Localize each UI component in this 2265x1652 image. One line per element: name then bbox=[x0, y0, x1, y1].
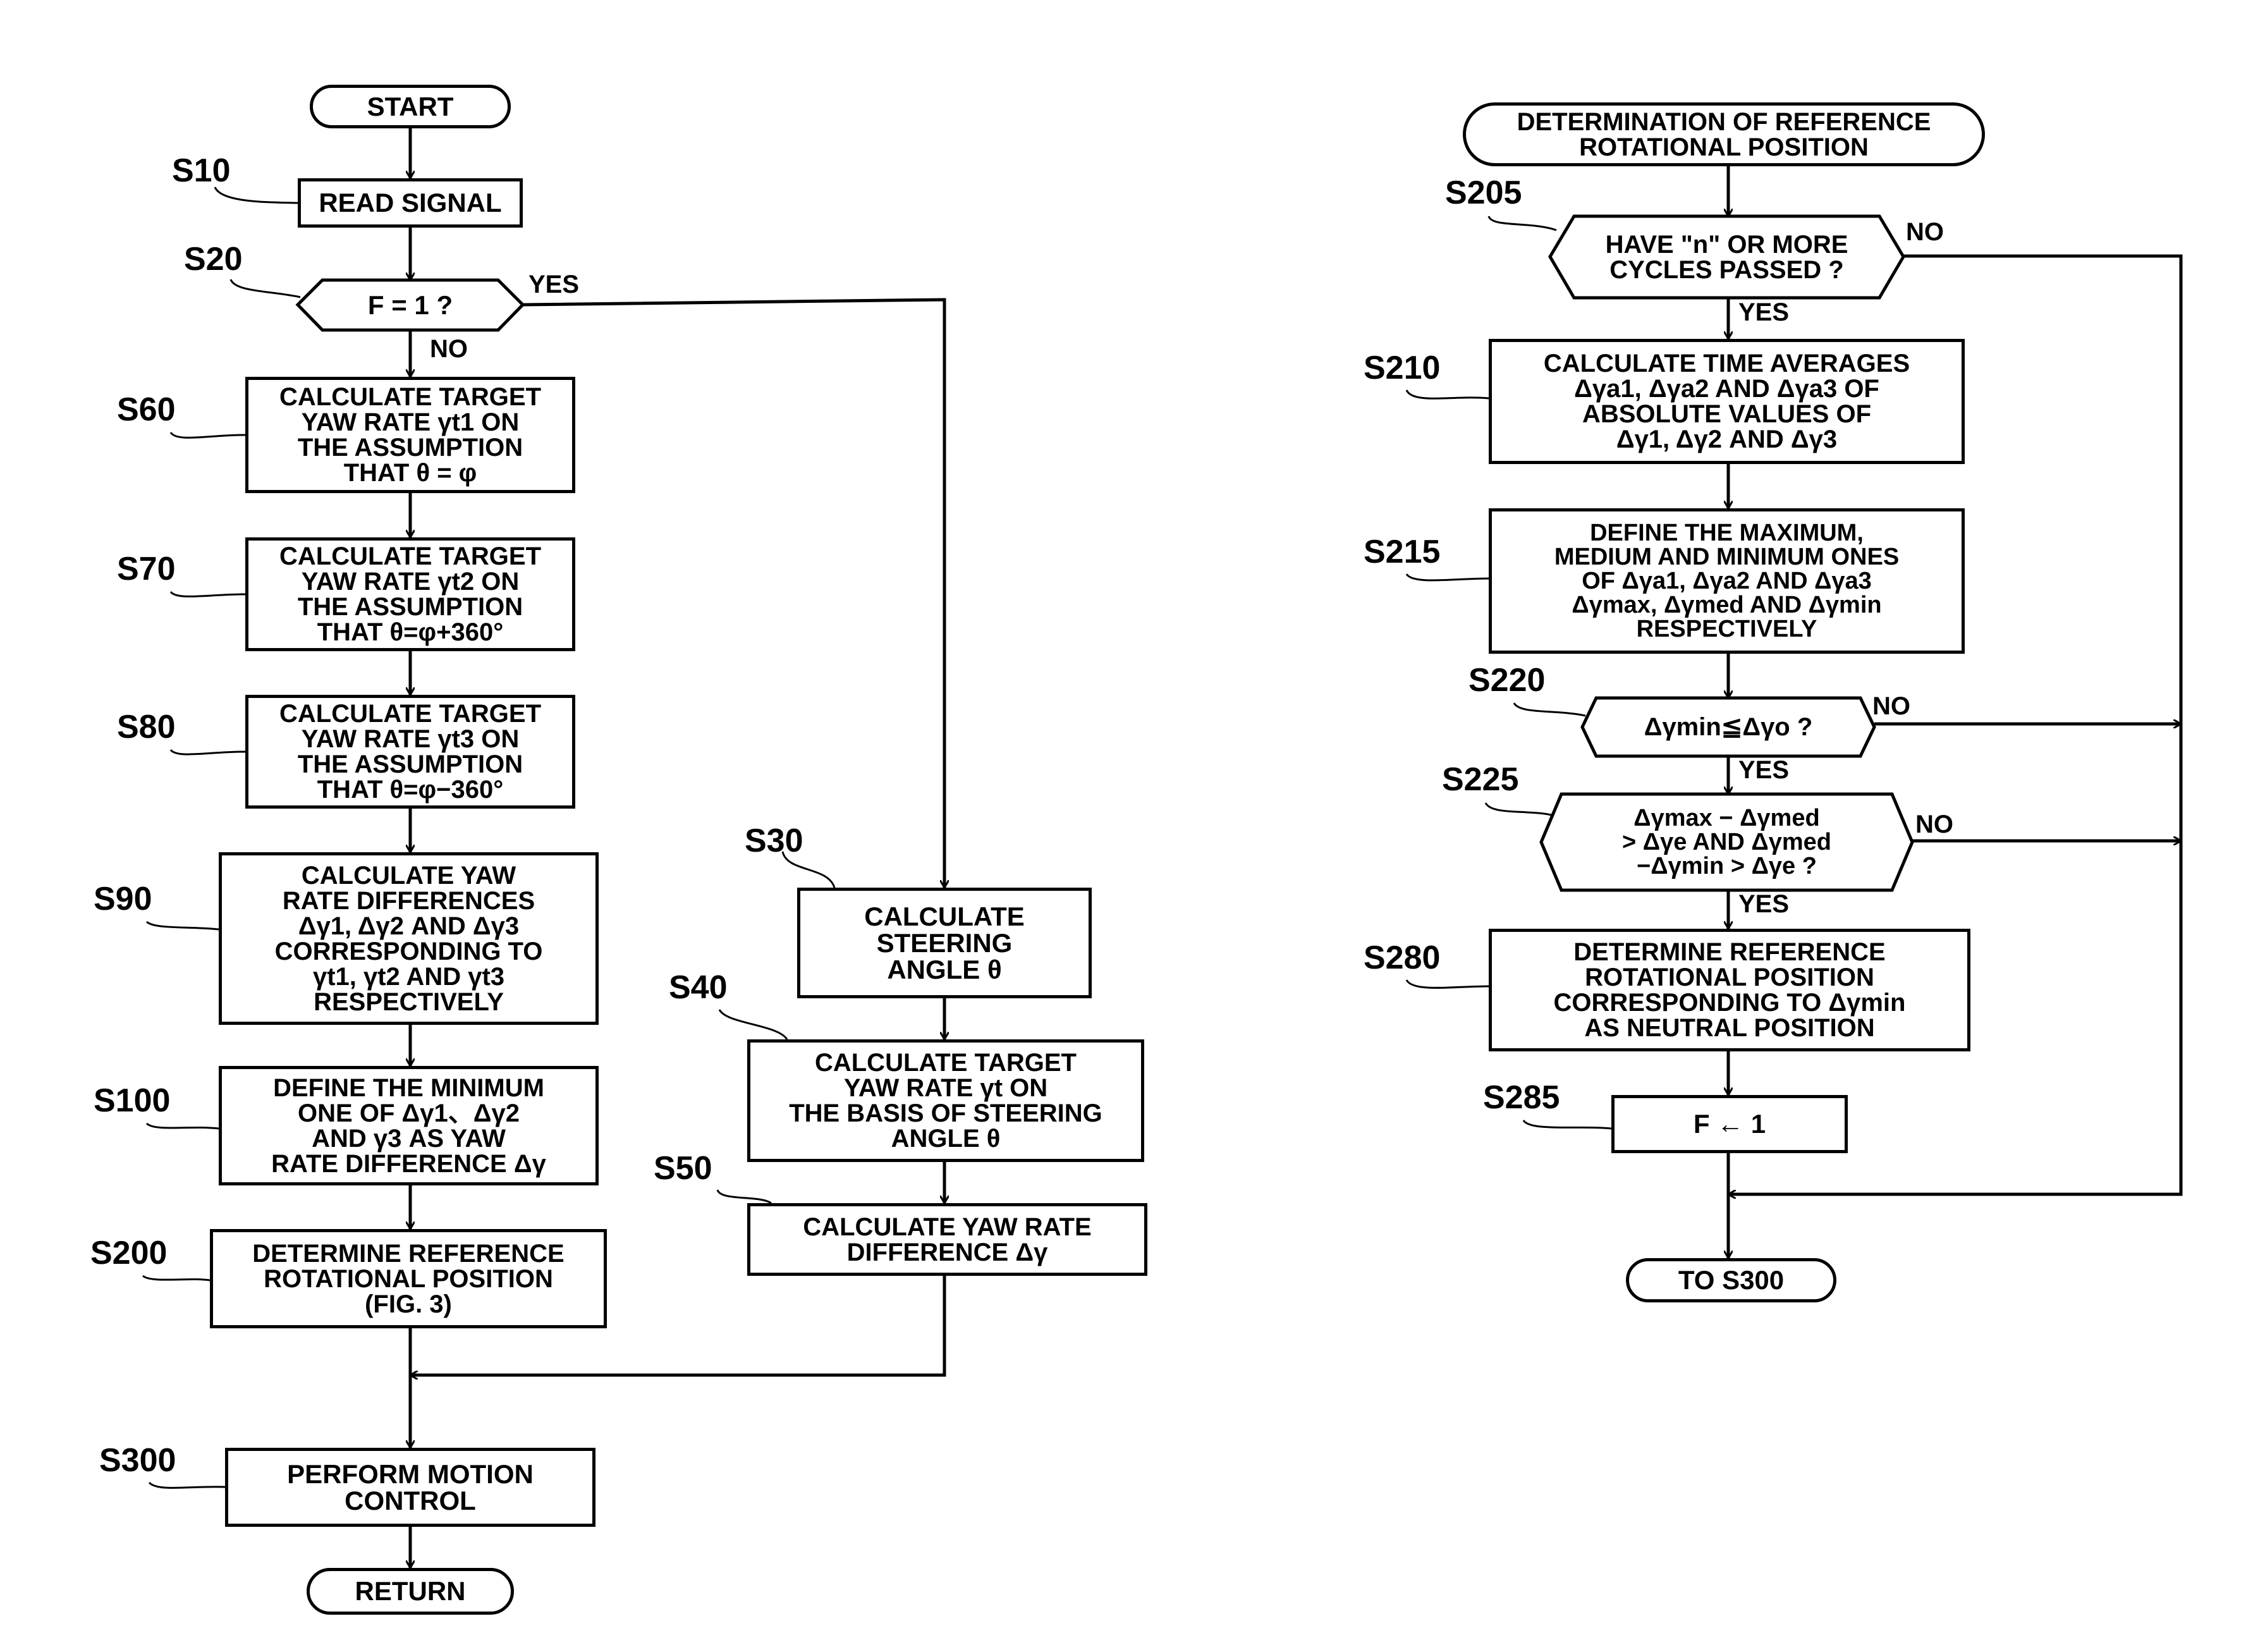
step-label-s10: S10 bbox=[172, 152, 231, 189]
process-s285: F ← 1 bbox=[1611, 1095, 1848, 1153]
s20-yes-label: YES bbox=[528, 271, 580, 298]
s220-yes-label: YES bbox=[1738, 756, 1790, 784]
step-label-s220: S220 bbox=[1468, 662, 1546, 699]
process-s280: DETERMINE REFERENCE ROTATIONAL POSITION … bbox=[1489, 929, 1970, 1051]
process-s30: CALCULATE STEERING ANGLE θ bbox=[797, 888, 1092, 998]
step-label-s100: S100 bbox=[94, 1082, 171, 1119]
s205-no-label: NO bbox=[1906, 218, 1944, 246]
leader-s300 bbox=[148, 1481, 226, 1489]
leader-s285 bbox=[1522, 1120, 1612, 1130]
process-s70: CALCULATE TARGET YAW RATE γt2 ON THE ASS… bbox=[245, 537, 575, 651]
process-s200: DETERMINE REFERENCE ROTATIONAL POSITION … bbox=[210, 1229, 607, 1328]
return-terminal: RETURN bbox=[307, 1568, 514, 1615]
step-label-s80: S80 bbox=[117, 709, 176, 745]
to-s300-terminal: TO S300 bbox=[1626, 1258, 1836, 1302]
step-label-s205: S205 bbox=[1445, 174, 1522, 211]
process-s80: CALCULATE TARGET YAW RATE γt3 ON THE ASS… bbox=[245, 695, 575, 809]
leader-s215 bbox=[1405, 573, 1489, 582]
decision-s220-text: Δγmin≦Δγo ? bbox=[1644, 713, 1813, 741]
s220-no-label: NO bbox=[1872, 692, 1910, 720]
s20-no-label: NO bbox=[430, 335, 468, 363]
leader-s205 bbox=[1487, 216, 1557, 231]
leader-s100 bbox=[145, 1122, 219, 1130]
process-s100: DEFINE THE MINIMUM ONE OF Δγ1、Δγ2 AND γ3… bbox=[219, 1066, 599, 1185]
leader-s40 bbox=[718, 1009, 788, 1040]
step-label-s30: S30 bbox=[745, 823, 803, 859]
step-label-s200: S200 bbox=[90, 1235, 168, 1271]
s225-yes-label: YES bbox=[1738, 890, 1790, 918]
decision-s225-text: Δγmax − Δγmed > Δγe AND Δγmed −Δγmin > Δ… bbox=[1622, 805, 1831, 879]
leader-s70 bbox=[169, 590, 246, 597]
step-label-s70: S70 bbox=[117, 551, 176, 587]
step-label-s225: S225 bbox=[1442, 761, 1519, 798]
process-s210: CALCULATE TIME AVERAGES Δγa1, Δγa2 AND Δ… bbox=[1489, 339, 1965, 464]
process-s50: CALCULATE YAW RATE DIFFERENCE Δγ bbox=[747, 1203, 1147, 1276]
process-s215: DEFINE THE MAXIMUM, MEDIUM AND MINIMUM O… bbox=[1489, 508, 1965, 654]
leader-s90 bbox=[145, 921, 219, 931]
arrow-s20-yes-s30 bbox=[522, 298, 944, 888]
step-label-s280: S280 bbox=[1364, 939, 1441, 976]
step-label-s60: S60 bbox=[117, 391, 176, 428]
start-terminal: START bbox=[310, 85, 511, 128]
step-label-s285: S285 bbox=[1483, 1079, 1560, 1116]
leader-s80 bbox=[169, 749, 246, 756]
step-label-s50: S50 bbox=[654, 1150, 712, 1187]
step-label-s215: S215 bbox=[1364, 534, 1441, 570]
leader-s220 bbox=[1513, 702, 1586, 717]
subroutine-start-terminal: DETERMINATION OF REFERENCE ROTATIONAL PO… bbox=[1463, 102, 1985, 166]
step-label-s210: S210 bbox=[1364, 350, 1441, 386]
process-s60: CALCULATE TARGET YAW RATE γt1 ON THE ASS… bbox=[245, 377, 575, 493]
step-label-s20: S20 bbox=[184, 241, 243, 278]
step-label-s40: S40 bbox=[669, 969, 728, 1006]
step-label-s90: S90 bbox=[94, 881, 152, 917]
decision-s205-text: HAVE "n" OR MORE CYCLES PASSED ? bbox=[1605, 230, 1848, 284]
process-s300: PERFORM MOTION CONTROL bbox=[225, 1448, 595, 1527]
leader-s50 bbox=[716, 1189, 772, 1204]
step-label-s300: S300 bbox=[99, 1442, 176, 1479]
process-s10-read-signal: READ SIGNAL bbox=[298, 178, 523, 228]
leader-s200 bbox=[142, 1275, 211, 1282]
leader-s20 bbox=[229, 279, 301, 298]
process-s90: CALCULATE YAW RATE DIFFERENCES Δγ1, Δγ2 … bbox=[219, 852, 599, 1025]
process-s40: CALCULATE TARGET YAW RATE γt ON THE BASI… bbox=[747, 1039, 1144, 1162]
leader-s210 bbox=[1405, 389, 1489, 400]
leader-s60 bbox=[169, 432, 246, 439]
leader-s280 bbox=[1405, 979, 1489, 989]
s225-no-label: NO bbox=[1915, 811, 1953, 838]
s205-yes-label: YES bbox=[1738, 298, 1790, 326]
decision-s20-text: F = 1 ? bbox=[367, 290, 453, 320]
